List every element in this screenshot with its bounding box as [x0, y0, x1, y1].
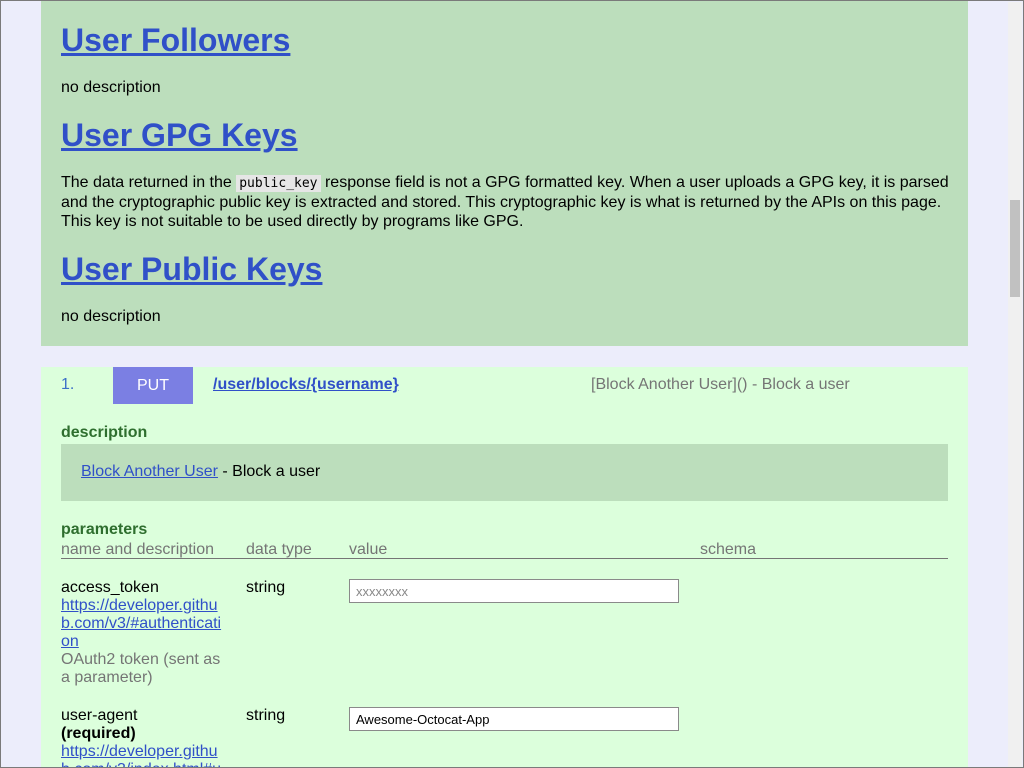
description-link[interactable]: Block Another User [81, 463, 218, 480]
method-badge: PUT [113, 367, 193, 404]
tag-title-link[interactable]: User GPG Keys [61, 117, 298, 153]
column-header-name: name and description [61, 541, 214, 558]
operation-number: 1. [61, 376, 75, 393]
description-text: - Block a user [217, 463, 321, 480]
description-content: Block Another User - Block a user [81, 463, 320, 481]
param-data-type: string [246, 707, 286, 724]
tag-heading: User Public Keys [61, 250, 322, 288]
header-divider [61, 558, 948, 559]
description-box: Block Another User - Block a user [61, 444, 948, 501]
tag-description: no description [61, 308, 161, 325]
required-label: (required) [61, 725, 136, 742]
param-name: access_token [61, 579, 159, 596]
vertical-scrollbar[interactable] [1008, 2, 1022, 767]
column-header-type: data type [246, 541, 312, 558]
access-token-input[interactable] [349, 579, 679, 603]
tag-description: no description [61, 79, 161, 96]
tag-heading: User GPG Keys [61, 116, 298, 154]
operation-summary: [Block Another User]() - Block a user [591, 376, 850, 393]
column-header-value: value [349, 541, 388, 558]
tag-description: The data returned in the public_key resp… [61, 173, 956, 231]
column-header-schema: schema [700, 541, 757, 558]
code-snippet: public_key [236, 175, 321, 192]
description-heading: description [61, 424, 148, 441]
browser-viewport: User Followers no description User GPG K… [0, 0, 1024, 768]
tag-title-link[interactable]: User Followers [61, 22, 290, 58]
description-text: The data returned in the [61, 174, 232, 191]
param-name: user-agent [61, 707, 138, 724]
tag-descriptions: User Followers no description User GPG K… [41, 1, 968, 346]
param-name-description: access_token https://developer.github.co… [61, 579, 226, 687]
param-name-description: user-agent (required) https://developer.… [61, 707, 226, 767]
scrollbar-thumb[interactable] [1010, 200, 1020, 297]
param-description: OAuth2 token (sent as a parameter) [61, 651, 221, 686]
param-data-type: string [246, 579, 286, 596]
user-agent-input[interactable] [349, 707, 679, 731]
param-doc-link[interactable]: https://developer.github.com/v3/#authent… [61, 597, 226, 651]
operation-block: 1. PUT /user/blocks/{username} [Block An… [41, 367, 968, 767]
tag-heading: User Followers [61, 21, 290, 59]
tag-title-link[interactable]: User Public Keys [61, 251, 322, 287]
param-doc-link[interactable]: https://developer.github.com/v3/index.ht… [61, 743, 226, 767]
operation-path-link[interactable]: /user/blocks/{username} [213, 376, 399, 394]
parameters-heading: parameters [61, 521, 148, 538]
